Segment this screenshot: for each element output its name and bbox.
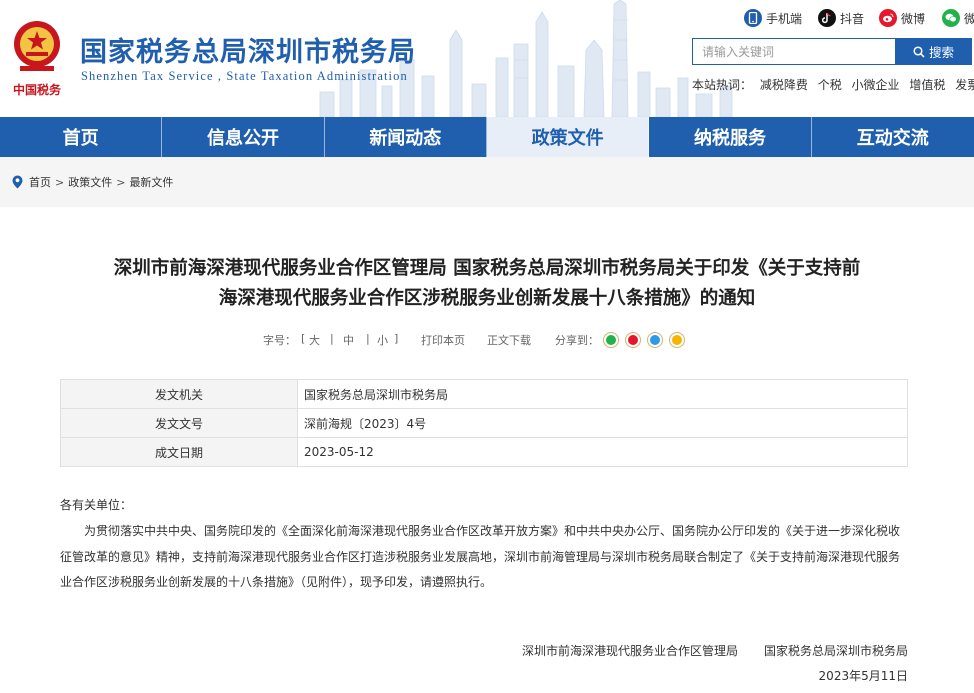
font-size-label: 字号： [263,334,296,347]
main-nav: 首页 信息公开 新闻动态 政策文件 纳税服务 互动交流 [0,117,974,157]
share-wechat-icon[interactable] [603,332,619,348]
breadcrumb-latest[interactable]: 最新文件 [129,174,173,190]
search-button[interactable]: 搜索 [895,38,972,65]
hot-keywords-label: 本站热词： [692,78,753,92]
hot-keyword-link[interactable]: 小微企业 [852,78,900,92]
download-link[interactable]: 正文下载 [487,332,531,348]
share-label: 分享到： [555,334,599,347]
search-button-label: 搜索 [928,45,954,60]
nav-policy-documents[interactable]: 政策文件 [486,117,650,157]
breadcrumb-home[interactable]: 首页 [29,174,51,190]
nav-home[interactable]: 首页 [0,117,163,157]
hot-keyword-link[interactable]: 发票 [955,78,974,92]
font-size-small[interactable]: 小 [377,332,388,348]
article-tools: 字号： [ 大 | 中 | 小 ] 打印本页 正文下载 分享到： [0,332,974,348]
breadcrumb-separator: > [116,175,126,189]
nav-tax-services[interactable]: 纳税服务 [649,117,812,157]
article-date: 2023年5月11日 [818,669,908,683]
bracket: [ [301,332,306,345]
meta-key: 成文日期 [60,437,298,467]
article-signers: 深圳市前海深港现代服务业合作区管理局 国家税务总局深圳市税务局 [522,642,908,659]
breadcrumb: 首页 > 政策文件 > 最新文件 [0,157,974,207]
site-title[interactable]: 国家税务总局深圳市税务局 [80,30,416,69]
social-label: 抖音 [840,11,865,26]
table-row: 发文文号 深前海规〔2023〕4号 [60,408,908,438]
logo-text: 中国税务 [13,82,62,97]
social-weibo-link[interactable]: 微博 [879,8,925,28]
font-size-large[interactable]: 大 [309,332,320,348]
share-qzone-icon[interactable] [669,332,685,348]
separator: | [330,332,334,345]
search-icon [913,45,925,58]
separator: | [366,332,370,345]
print-link[interactable]: 打印本页 [421,332,465,348]
weibo-icon [879,9,897,27]
bracket: ] [394,332,399,345]
signer: 深圳市前海深港现代服务业合作区管理局 [521,644,738,658]
document-meta-table: 发文机关 国家税务总局深圳市税务局 发文文号 深前海规〔2023〕4号 成文日期… [60,379,908,467]
article-greeting: 各有关单位： [60,498,133,512]
article-body: 各有关单位： 为贯彻落实中共中央、国务院印发的《全面深化前海深港现代服务业合作区… [60,493,908,596]
meta-value: 深前海规〔2023〕4号 [297,408,908,438]
font-size-medium[interactable]: 中 [343,332,354,348]
nav-news[interactable]: 新闻动态 [325,117,487,157]
meta-value: 2023-05-12 [297,437,908,467]
meta-value: 国家税务总局深圳市税务局 [297,379,908,409]
search-input[interactable] [692,38,896,65]
table-row: 发文机关 国家税务总局深圳市税务局 [60,379,908,409]
article-title-line: 海深港现代服务业合作区涉税服务业创新发展十八条措施》的通知 [218,288,756,309]
breadcrumb-separator: > [55,175,65,189]
article-paragraph: 为贯彻落实中共中央、国务院印发的《全面深化前海深港现代服务业合作区改革开放方案》… [60,524,901,589]
hot-keyword-link[interactable]: 减税降费 [760,78,808,92]
share-qq-icon[interactable] [647,332,663,348]
table-row: 成文日期 2023-05-12 [60,437,908,467]
hot-keyword-link[interactable]: 增值税 [909,78,945,92]
site-subtitle: Shenzhen Tax Service , State Taxation Ad… [81,69,408,83]
article-title-line: 深圳市前海深港现代服务业合作区管理局 国家税务总局深圳市税务局关于印发《关于支持… [113,258,861,279]
share-weibo-icon[interactable] [625,332,641,348]
hot-keywords: 本站热词： 减税降费 个税 小微企业 增值税 发票 [692,76,974,93]
social-label: 微博 [901,11,926,26]
site-header: 中国税务 国家税务总局深圳市税务局 Shenzhen Tax Service ,… [0,0,974,117]
social-wechat-link[interactable]: 微信 [942,8,974,28]
social-label: 手机端 [766,11,803,26]
nav-interaction[interactable]: 互动交流 [812,117,974,157]
location-pin-icon [12,175,23,189]
social-douyin-link[interactable]: 抖音 [818,8,864,28]
hot-keyword-link[interactable]: 个税 [818,78,842,92]
nav-info-disclosure[interactable]: 信息公开 [162,117,325,157]
signer: 国家税务总局深圳市税务局 [763,644,908,658]
search-bar: 搜索 [692,38,972,65]
meta-key: 发文机关 [60,379,298,409]
tax-emblem-logo[interactable]: 中国税务 [6,14,68,98]
breadcrumb-policy[interactable]: 政策文件 [68,174,112,190]
social-mobile-link[interactable]: 手机端 [744,8,802,28]
meta-key: 发文文号 [60,408,298,438]
wechat-icon [942,9,960,27]
article-title: 深圳市前海深港现代服务业合作区管理局 国家税务总局深圳市税务局关于印发《关于支持… [40,254,934,314]
mobile-icon [744,9,762,27]
social-links: 手机端 抖音 微博 微信 [714,8,974,28]
douyin-icon [818,9,836,27]
social-label: 微信 [964,11,974,26]
